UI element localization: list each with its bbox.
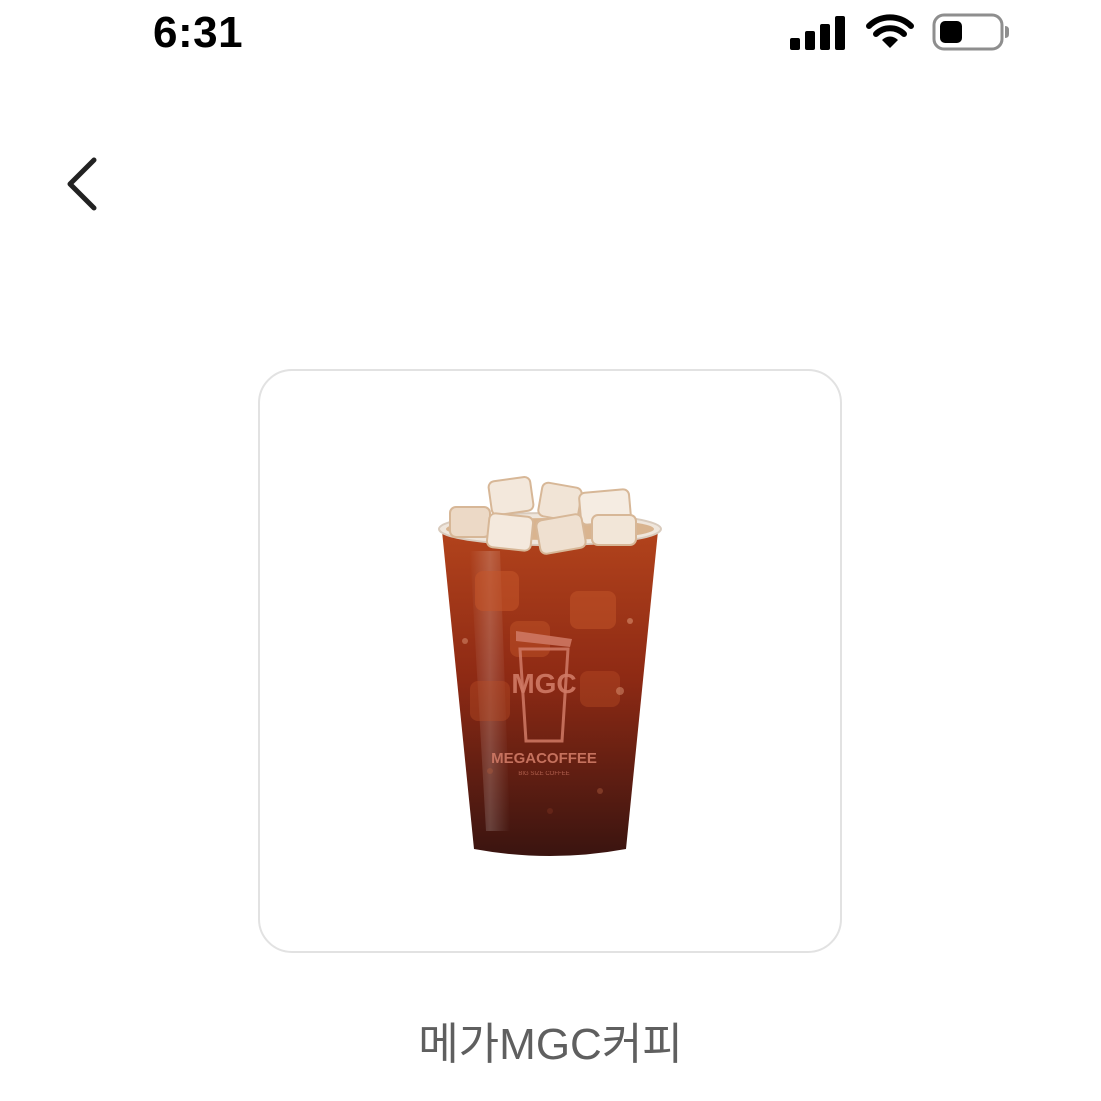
battery-icon (932, 13, 1009, 51)
wifi-icon (866, 14, 914, 48)
logo-brand-text: MEGACOFFEE (491, 750, 597, 767)
product-image-card: MGC MEGACOFFEE BIG SIZE COFFEE (258, 369, 842, 953)
brand-name: 메가MGC커피 (418, 1020, 683, 1069)
logo-tagline-text: BIG SIZE COFFEE (518, 771, 569, 777)
status-time: 6:31 (153, 8, 244, 57)
chevron-left-icon (67, 157, 97, 211)
cellular-signal-icon (790, 16, 845, 50)
back-button[interactable] (56, 150, 116, 220)
logo-mgc-text: MGC (511, 668, 576, 699)
gift-detail-screen: 6:31 MGC MEGACOFFEE BIG SIZE COFFEE 메가MG… (0, 0, 1101, 1101)
iced-americano-image: MGC MEGACOFFEE BIG SIZE COFFEE (438, 476, 662, 856)
